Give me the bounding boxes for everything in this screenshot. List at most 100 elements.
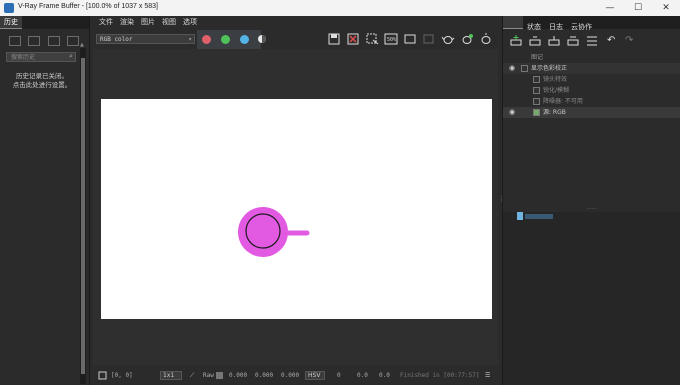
- vray-logo-icon: [4, 3, 14, 13]
- eye-icon[interactable]: ◉: [508, 107, 516, 118]
- layer-row[interactable]: ◉ 显示色彩校正: [503, 63, 680, 74]
- layer-label: 锐化/模糊: [543, 87, 570, 94]
- value-r: 0.000: [229, 372, 248, 379]
- layer-checkbox[interactable]: [533, 109, 540, 116]
- undo-icon[interactable]: ↶: [607, 35, 615, 46]
- menu-image[interactable]: 图片: [141, 16, 155, 29]
- menu-bar: 文件 渲染 图片 视图 选项: [93, 16, 498, 29]
- layer-tree: 图记 ◉ 显示色彩校正 镜头特效 锐化/模糊 降噪器: 不可用 ◉ 源: RGB: [503, 52, 680, 118]
- layer-label: 降噪器: 不可用: [543, 98, 583, 105]
- alpha-channel-icon[interactable]: [257, 34, 267, 44]
- properties-splitter[interactable]: ⋯⋯: [503, 207, 680, 212]
- render-image[interactable]: [101, 99, 492, 319]
- log-icon[interactable]: ☰: [485, 372, 490, 379]
- layer-label: 镜头特效: [543, 76, 568, 83]
- render-teapot-icon[interactable]: [441, 32, 455, 46]
- fit-window-icon[interactable]: [403, 32, 417, 46]
- render-toolbar: RGB color ▾ 50%: [93, 29, 498, 49]
- layer-row[interactable]: 图记: [503, 52, 680, 63]
- layer-checkbox[interactable]: [521, 65, 528, 72]
- properties-marker-bar: [525, 214, 553, 219]
- layer-label: 显示色彩校正: [531, 65, 568, 72]
- render-viewport[interactable]: [93, 49, 498, 365]
- tab-history[interactable]: 历史: [0, 16, 22, 29]
- add-layer-icon[interactable]: [509, 34, 523, 48]
- layer-label: 图记: [531, 54, 544, 61]
- remove-layer-icon[interactable]: [528, 34, 542, 48]
- 1-to-1-zoom-icon[interactable]: 50%: [384, 32, 398, 46]
- lock-region-icon[interactable]: [422, 32, 436, 46]
- compare-ab-icon[interactable]: [28, 36, 40, 46]
- layer-checkbox[interactable]: [533, 98, 540, 105]
- scroll-up-icon[interactable]: ▲: [80, 42, 84, 48]
- value-b: 0.000: [281, 372, 300, 379]
- history-scrollbar[interactable]: [80, 48, 86, 384]
- save-image-icon[interactable]: [327, 32, 341, 46]
- channel-select[interactable]: RGB color ▾: [96, 34, 195, 44]
- layer-checkbox[interactable]: [533, 87, 540, 94]
- search-icon: ⌕: [69, 52, 73, 60]
- load-layers-icon[interactable]: [566, 34, 580, 48]
- color-pick-icon[interactable]: ⟋: [190, 372, 194, 380]
- menu-options[interactable]: 选项: [183, 16, 197, 29]
- value-h: 0: [337, 372, 341, 379]
- colorspace-select-value: HSV: [308, 372, 321, 379]
- zoom-select[interactable]: 1x1: [160, 371, 182, 380]
- layer-row[interactable]: ◉ 源: RGB: [503, 107, 680, 118]
- chevron-down-icon: ▾: [188, 36, 192, 43]
- properties-marker: [517, 212, 523, 220]
- color-swatch: [216, 372, 223, 379]
- render-status-message: Finished in [00:77:57]: [400, 372, 480, 379]
- teapot-render: [238, 207, 310, 257]
- redo-icon[interactable]: ↷: [625, 35, 633, 46]
- layer-label: 源: RGB: [543, 109, 566, 116]
- layer-checkbox[interactable]: [533, 76, 540, 83]
- menu-view[interactable]: 视图: [162, 16, 176, 29]
- value-g: 0.000: [255, 372, 274, 379]
- clear-history-icon[interactable]: [67, 36, 79, 46]
- blue-channel-button[interactable]: [240, 35, 249, 44]
- title-bar: V-Ray Frame Buffer - [100.0% of 1037 x 5…: [0, 0, 680, 16]
- layer-list-icon[interactable]: [585, 34, 599, 48]
- layer-row[interactable]: 镜头特效: [503, 74, 680, 85]
- load-history-icon[interactable]: [48, 36, 60, 46]
- red-channel-button[interactable]: [202, 35, 211, 44]
- colorspace-select[interactable]: HSV: [305, 371, 325, 380]
- value-s: 0.0: [357, 372, 368, 379]
- layers-tabstrip: 状态 日志 云协作: [503, 16, 680, 31]
- tab-status[interactable]: 状态: [523, 21, 545, 34]
- channel-select-value: RGB color: [100, 36, 133, 43]
- menu-file[interactable]: 文件: [99, 16, 113, 29]
- minimize-button[interactable]: —: [596, 0, 624, 16]
- layer-properties-area: [503, 212, 680, 385]
- history-search-input[interactable]: 搜索历史: [6, 52, 76, 62]
- tab-layers[interactable]: [503, 16, 523, 29]
- menu-render[interactable]: 渲染: [120, 16, 134, 29]
- pixel-coordinates: [0, 0]: [111, 372, 133, 379]
- tab-log[interactable]: 日志: [545, 21, 567, 34]
- eye-icon[interactable]: ◉: [508, 63, 516, 74]
- pick-pixel-icon[interactable]: [98, 371, 107, 380]
- history-panel: 历史 搜索历史 ⌕ 历史记录已关闭。 点击此处进行设置。 ▲: [0, 16, 90, 385]
- layer-row[interactable]: 锐化/模糊: [503, 85, 680, 96]
- layer-row[interactable]: 降噪器: 不可用: [503, 96, 680, 107]
- save-history-icon[interactable]: [9, 36, 21, 46]
- maximize-button[interactable]: ☐: [624, 0, 652, 16]
- interactive-render-icon[interactable]: [460, 32, 474, 46]
- green-channel-button[interactable]: [221, 35, 230, 44]
- stop-render-icon[interactable]: [479, 32, 493, 46]
- zoom-select-value: 1x1: [163, 372, 175, 379]
- svg-text:50%: 50%: [387, 37, 396, 43]
- save-layers-icon[interactable]: [547, 34, 561, 48]
- region-render-icon[interactable]: [365, 32, 379, 46]
- history-scrollbar-thumb[interactable]: [81, 58, 85, 374]
- history-disabled-message[interactable]: 历史记录已关闭。 点击此处进行设置。: [6, 72, 78, 90]
- close-button[interactable]: ✕: [652, 0, 680, 16]
- tab-cloud[interactable]: 云协作: [567, 21, 596, 34]
- window-title: V-Ray Frame Buffer - [100.0% of 1037 x 5…: [18, 3, 158, 10]
- history-tabstrip: 历史: [0, 16, 89, 29]
- color-mode-label: Raw: [203, 372, 214, 379]
- value-v: 0.0: [379, 372, 390, 379]
- clear-image-icon[interactable]: [346, 32, 360, 46]
- status-bar: [0, 0] 1x1 ⟋ Raw 0.000 0.000 0.000 HSV 0…: [93, 367, 498, 385]
